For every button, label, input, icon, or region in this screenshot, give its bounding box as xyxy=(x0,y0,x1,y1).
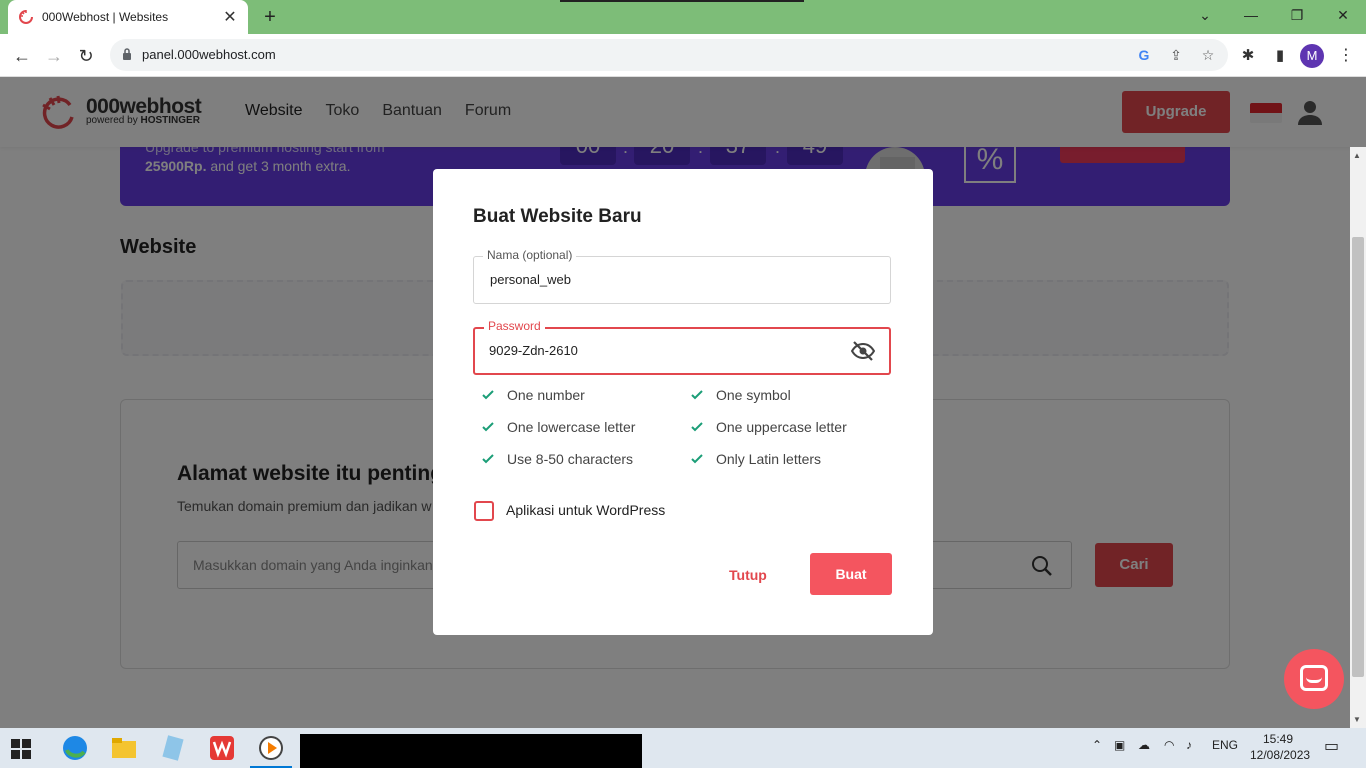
password-field-label: Password xyxy=(484,319,545,333)
wordpress-checkbox-label[interactable]: Aplikasi untuk WordPress xyxy=(506,502,665,518)
system-clock[interactable]: 15:49 12/08/2023 xyxy=(1250,731,1311,763)
notepad-icon[interactable] xyxy=(159,734,187,762)
website-name-field[interactable]: Nama (optional) personal_web xyxy=(473,248,891,304)
check-icon xyxy=(482,454,494,464)
rule-text: One uppercase letter xyxy=(716,419,847,435)
rule-text: Only Latin letters xyxy=(716,451,822,467)
clock-date: 12/08/2023 xyxy=(1250,748,1311,762)
minimize-button[interactable]: — xyxy=(1228,0,1274,30)
browser-menu-icon[interactable]: ⋮ xyxy=(1336,44,1356,68)
restore-button[interactable]: ❐ xyxy=(1274,0,1320,30)
tray-app-icon[interactable]: ▣ xyxy=(1114,738,1125,752)
notifications-icon[interactable]: ▭ xyxy=(1324,736,1339,756)
rule-item: One number xyxy=(481,387,585,403)
bookmark-star-icon[interactable]: ☆ xyxy=(1198,45,1218,65)
check-icon xyxy=(691,422,703,432)
media-player-icon[interactable] xyxy=(257,734,285,762)
rule-text: One number xyxy=(507,387,585,403)
profile-avatar[interactable]: M xyxy=(1300,44,1324,68)
wordpress-checkbox[interactable] xyxy=(474,501,494,521)
reload-button[interactable]: ↻ xyxy=(72,42,100,70)
onedrive-icon[interactable]: ☁ xyxy=(1138,738,1150,752)
tab-title: 000Webhost | Websites xyxy=(42,10,169,24)
create-button[interactable]: Buat xyxy=(810,553,892,595)
browser-tab[interactable]: 000Webhost | Websites ✕ xyxy=(8,0,248,34)
side-panel-icon[interactable]: ▮ xyxy=(1268,44,1292,68)
share-icon[interactable]: ⇪ xyxy=(1166,45,1186,65)
dialog-title: Buat Website Baru xyxy=(473,206,642,227)
wifi-icon[interactable]: ◠ xyxy=(1164,738,1174,752)
extensions-icon[interactable]: ✱ xyxy=(1236,44,1260,68)
browser-toolbar: ← → ↻ panel.000webhost.com G ⇪ ☆ ✱ ▮ M ⋮ xyxy=(0,34,1366,77)
file-explorer-icon[interactable] xyxy=(110,734,138,762)
forward-button[interactable]: → xyxy=(40,42,68,70)
windows-start-icon[interactable] xyxy=(10,738,32,760)
close-window-button[interactable]: ✕ xyxy=(1320,0,1366,30)
check-icon xyxy=(691,390,703,400)
google-lens-icon[interactable]: G xyxy=(1134,45,1154,65)
chat-launcher-button[interactable] xyxy=(1284,649,1344,709)
wps-office-icon[interactable] xyxy=(208,734,236,762)
rule-text: Use 8-50 characters xyxy=(507,451,634,467)
new-tab-button[interactable]: + xyxy=(258,5,282,29)
rule-item: One lowercase letter xyxy=(481,419,635,435)
browser-titlebar: 000Webhost | Websites ✕ + ⌄ — ❐ ✕ xyxy=(0,0,1366,34)
close-button[interactable]: Tutup xyxy=(729,567,767,583)
lock-icon xyxy=(123,48,131,60)
clock-time: 15:49 xyxy=(1262,732,1294,746)
video-thumbnail[interactable] xyxy=(300,734,642,768)
rule-item: Only Latin letters xyxy=(690,451,821,467)
volume-icon[interactable]: ♪ xyxy=(1186,738,1192,752)
rule-item: Use 8-50 characters xyxy=(481,451,633,467)
tab-close-icon[interactable]: ✕ xyxy=(222,7,238,27)
favicon-icon xyxy=(18,9,34,25)
language-indicator[interactable]: ENG xyxy=(1212,738,1238,752)
back-button[interactable]: ← xyxy=(8,42,36,70)
edge-browser-icon[interactable] xyxy=(61,734,89,762)
password-field[interactable]: Password 9029-Zdn-2610 xyxy=(473,319,891,375)
rule-text: One lowercase letter xyxy=(507,419,636,435)
url-text: panel.000webhost.com xyxy=(142,47,276,62)
name-field-value: personal_web xyxy=(490,272,571,287)
page-scrollbar[interactable]: ▲ ▼ xyxy=(1350,147,1366,728)
name-field-label: Nama (optional) xyxy=(483,248,577,262)
rule-text: One symbol xyxy=(716,387,791,403)
check-icon xyxy=(482,422,494,432)
windows-taskbar: ⌃ ▣ ☁ ◠ ♪ ENG 15:49 12/08/2023 ▭ xyxy=(0,728,1366,768)
create-website-dialog: Buat Website Baru Nama (optional) person… xyxy=(433,169,933,635)
check-icon xyxy=(691,454,703,464)
scroll-up-icon[interactable]: ▲ xyxy=(1353,151,1361,160)
password-field-value: 9029-Zdn-2610 xyxy=(489,343,578,358)
hide-password-icon[interactable] xyxy=(851,341,875,361)
tray-overflow-icon[interactable]: ⌃ xyxy=(1092,738,1102,752)
video-progress-track xyxy=(560,0,804,2)
rule-item: One symbol xyxy=(690,387,791,403)
tab-search-icon[interactable]: ⌄ xyxy=(1182,0,1228,30)
check-icon xyxy=(482,390,494,400)
rule-item: One uppercase letter xyxy=(690,419,847,435)
scroll-down-icon[interactable]: ▼ xyxy=(1353,715,1361,724)
scrollbar-thumb[interactable] xyxy=(1352,237,1364,677)
address-bar[interactable]: panel.000webhost.com G ⇪ ☆ xyxy=(110,39,1228,71)
